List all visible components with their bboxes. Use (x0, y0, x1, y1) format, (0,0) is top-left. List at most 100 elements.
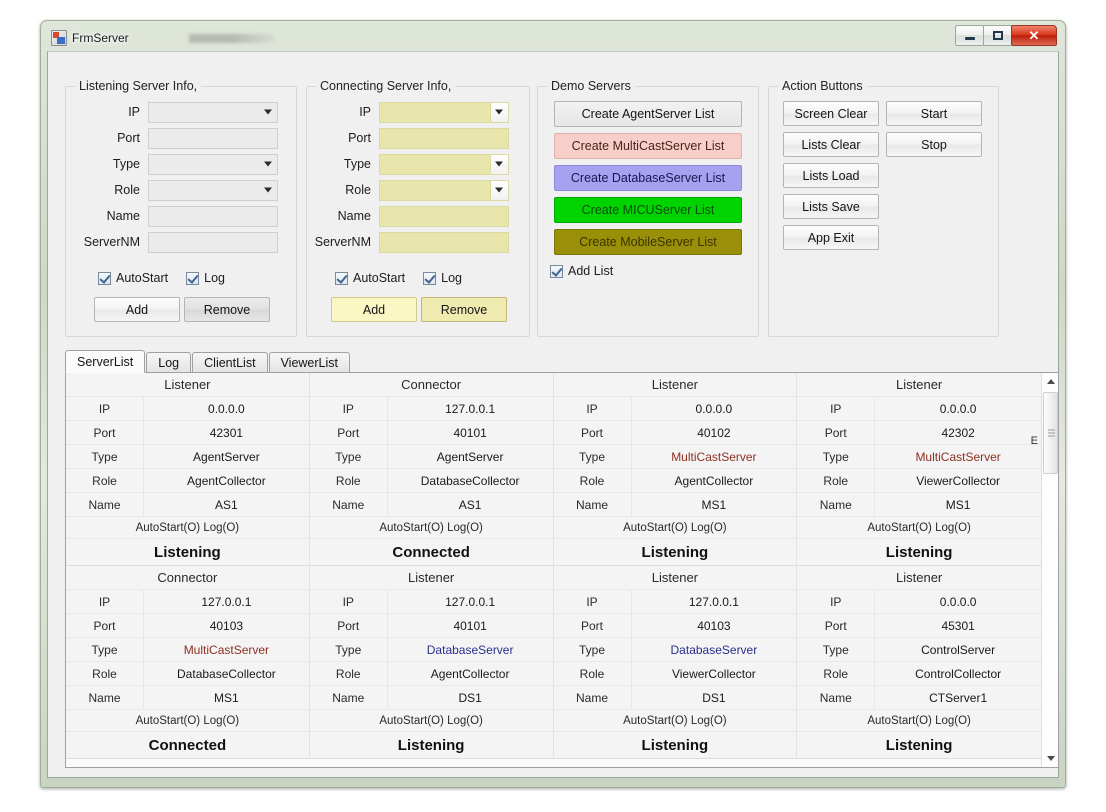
server-card[interactable]: Connector IP 127.0.0.1 Port 40103 Type Mult… (66, 566, 310, 759)
card-status: Listening (309, 732, 553, 759)
connecting-name-input[interactable] (379, 205, 509, 227)
server-card[interactable]: Listener IP 0.0.0.0 Port 42301 Type AgentSe… (66, 373, 310, 566)
listening-role-combo[interactable] (148, 179, 278, 201)
card-line-role: Role AgentCollector (553, 469, 797, 493)
lists-save-button[interactable]: Lists Save (783, 194, 879, 219)
stop-button[interactable]: Stop (886, 132, 982, 157)
lists-clear-button[interactable]: Lists Clear (783, 132, 879, 157)
card-value-ip: 0.0.0.0 (939, 401, 977, 416)
listening-ip-combo[interactable] (148, 101, 278, 123)
app-exit-button[interactable]: App Exit (783, 225, 879, 250)
listening-log-checkbox[interactable]: Log (186, 271, 225, 285)
listening-remove-button[interactable]: Remove (184, 297, 270, 322)
add-list-checkbox[interactable]: Add List (550, 264, 613, 278)
card-value-port: 40103 (209, 618, 244, 633)
card-header: Listener (553, 566, 797, 590)
connecting-servernm-input[interactable] (379, 231, 509, 253)
connecting-role-combo[interactable] (379, 179, 509, 201)
card-status: Connected (309, 539, 553, 566)
card-value-role: ViewerCollector (671, 666, 756, 681)
connecting-ip-combo[interactable] (379, 101, 509, 123)
connecting-name-label: Name (337, 209, 371, 223)
start-button[interactable]: Start (886, 101, 982, 126)
card-value-port: 42302 (941, 425, 975, 440)
create-agentserver-list-button[interactable]: Create AgentServer List (554, 101, 742, 127)
connecting-type-label: Type (343, 157, 371, 171)
connecting-ip-label: IP (359, 105, 371, 119)
card-line-ip: IP 0.0.0.0 (553, 397, 797, 421)
card-line-type: Type DatabaseServer (309, 638, 553, 662)
scroll-down-button[interactable] (1042, 750, 1058, 767)
card-line-type: Type DatabaseServer (553, 638, 797, 662)
scrollbar-thumb[interactable] (1043, 392, 1058, 474)
card-header: Connector (66, 566, 309, 590)
card-header: Listener (797, 566, 1041, 590)
connecting-remove-button[interactable]: Remove (421, 297, 507, 322)
chevron-down-icon (264, 187, 272, 193)
card-value-port: 40101 (453, 618, 487, 633)
tab-viewerlist[interactable]: ViewerList (268, 352, 350, 372)
card-value-role: AgentCollector (187, 473, 266, 488)
card-header: Listener (797, 373, 1041, 397)
screen-clear-button[interactable]: Screen Clear (783, 101, 879, 126)
connecting-type-combo[interactable] (379, 153, 509, 175)
connecting-servernm-label: ServerNM (314, 235, 371, 249)
window-title: FrmServer (72, 31, 129, 45)
card-line-ip: IP 0.0.0.0 (797, 397, 1041, 421)
connecting-add-button[interactable]: Add (331, 297, 417, 322)
scroll-up-button[interactable] (1042, 373, 1058, 390)
card-status: Listening (66, 539, 309, 566)
connecting-port-input[interactable] (379, 127, 509, 149)
server-card[interactable]: Listener IP 0.0.0.0 Port 45301 Type Control… (797, 566, 1041, 759)
listening-log-label: Log (204, 271, 225, 285)
listening-ip-row: IP (70, 101, 278, 123)
demo-servers-group: Demo Servers Create AgentServer List Cre… (537, 79, 759, 337)
create-micuserver-list-button[interactable]: Create MICUServer List (554, 197, 742, 223)
tab-clientlist[interactable]: ClientList (192, 352, 268, 372)
app-form-icon (51, 30, 67, 46)
connecting-name-row: Name (301, 205, 509, 227)
listening-name-input[interactable] (148, 205, 278, 227)
listening-add-button[interactable]: Add (94, 297, 180, 322)
card-key-role: Role (797, 662, 876, 685)
grid-vertical-scrollbar[interactable] (1041, 373, 1058, 767)
card-row: Listener IP 0.0.0.0 Port 42301 Type AgentSe… (66, 373, 1041, 566)
card-key-type: Type (310, 445, 388, 468)
card-key-ip: IP (310, 590, 388, 613)
card-line-role: Role DatabaseCollector (66, 662, 309, 686)
server-card[interactable]: Connector IP 127.0.0.1 Port 40101 Type Agen… (309, 373, 554, 566)
tab-serverlist[interactable]: ServerList (65, 350, 146, 373)
create-databaseserver-list-button[interactable]: Create DatabaseServer List (554, 165, 742, 191)
card-value-role: AgentCollector (430, 666, 510, 681)
card-line-port: Port 40103 (553, 614, 797, 638)
card-value-ip: 127.0.0.1 (445, 401, 496, 416)
minimize-button[interactable] (955, 25, 984, 46)
create-multicastserver-list-button[interactable]: Create MultiCastServer List (554, 133, 742, 159)
listening-autostart-checkbox[interactable]: AutoStart (98, 271, 168, 285)
card-line-port: Port 45301 (797, 614, 1041, 638)
card-value-port: 40103 (697, 618, 731, 633)
connecting-role-label: Role (345, 183, 371, 197)
card-line-port: Port 42302 (797, 421, 1041, 445)
listening-servernm-input[interactable] (148, 231, 278, 253)
card-key-port: Port (797, 421, 876, 444)
connecting-autostart-checkbox[interactable]: AutoStart (335, 271, 405, 285)
listening-type-combo[interactable] (148, 153, 278, 175)
tab-strip: ServerList Log ClientList ViewerList (65, 350, 1059, 373)
server-card[interactable]: Listener IP 127.0.0.1 Port 40101 Type Datab… (309, 566, 554, 759)
server-card[interactable]: Listener IP 0.0.0.0 Port 40102 Type MultiCa… (553, 373, 798, 566)
lists-load-button[interactable]: Lists Load (783, 163, 879, 188)
connecting-log-checkbox[interactable]: Log (423, 271, 462, 285)
tab-log[interactable]: Log (146, 352, 192, 372)
create-mobileserver-list-button[interactable]: Create MobileServer List (554, 229, 742, 255)
close-button[interactable]: ✕ (1011, 25, 1057, 46)
card-key-ip: IP (66, 590, 144, 613)
card-key-port: Port (66, 614, 144, 637)
server-card[interactable]: Listener IP 0.0.0.0 Port 42302 Type MultiCa… (797, 373, 1041, 566)
maximize-button[interactable] (983, 25, 1012, 46)
listening-port-input[interactable] (148, 127, 278, 149)
card-value-role: AgentCollector (674, 473, 754, 488)
card-status: Listening (797, 732, 1041, 759)
connecting-log-label: Log (441, 271, 462, 285)
server-card[interactable]: Listener IP 127.0.0.1 Port 40103 Type Datab… (553, 566, 798, 759)
